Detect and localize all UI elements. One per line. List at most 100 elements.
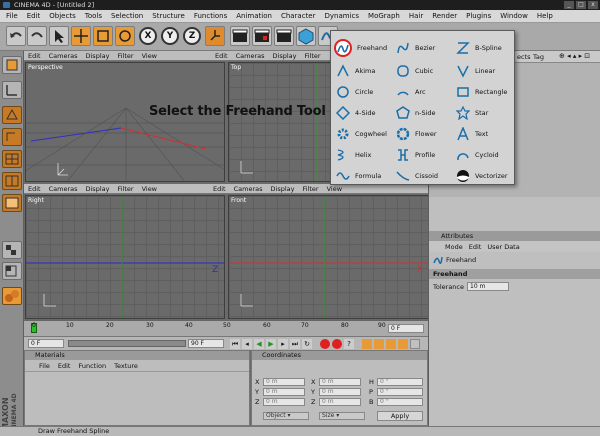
- spline-nside-item[interactable]: n-Side: [395, 104, 436, 122]
- spline-circle-item[interactable]: Circle: [335, 83, 373, 101]
- vp-menu-cameras[interactable]: Cameras: [49, 52, 78, 60]
- coord-py-field[interactable]: 0 m: [263, 388, 305, 396]
- spline-flower-item[interactable]: Flower: [395, 125, 437, 143]
- vp4-menu-view[interactable]: View: [327, 185, 342, 193]
- spline-bspline-item[interactable]: B-Spline: [455, 39, 502, 57]
- coord-h-field[interactable]: 0 °: [377, 378, 423, 386]
- rotation-key-icon[interactable]: [386, 339, 396, 349]
- objects-nav-icons[interactable]: ⊕ ◂ ▴ ▸ ⊡: [559, 52, 590, 60]
- spline-cissoid-item[interactable]: Cissoid: [395, 167, 438, 185]
- preview-range-slider[interactable]: [68, 340, 186, 347]
- perspective-viewport[interactable]: Perspective: [25, 62, 225, 182]
- goto-start-icon[interactable]: ⏮: [230, 339, 240, 349]
- use-object-tool[interactable]: [2, 81, 22, 99]
- minimize-button[interactable]: _: [564, 1, 574, 9]
- vp4-menu-display[interactable]: Display: [271, 185, 295, 193]
- coord-size-dropdown[interactable]: Size ▾: [319, 412, 365, 420]
- edges-mode-tool[interactable]: [2, 172, 22, 190]
- render-settings-button[interactable]: [274, 26, 294, 46]
- menu-mograph[interactable]: MoGraph: [368, 12, 400, 20]
- vp3-menu-edit[interactable]: Edit: [28, 185, 41, 193]
- spline-linear-item[interactable]: Linear: [455, 62, 495, 80]
- objects-menu-fragment[interactable]: ects: [517, 53, 531, 61]
- close-button[interactable]: x: [588, 1, 598, 9]
- vp2-menu-cameras[interactable]: Cameras: [236, 52, 265, 60]
- right-viewport[interactable]: Z Right: [25, 195, 225, 319]
- axis-y-toggle[interactable]: Y: [161, 27, 179, 45]
- menu-dynamics[interactable]: Dynamics: [325, 12, 360, 20]
- vp4-menu-filter[interactable]: Filter: [302, 185, 318, 193]
- next-key-icon[interactable]: ▸: [278, 339, 288, 349]
- vp3-menu-cameras[interactable]: Cameras: [49, 185, 78, 193]
- spline-text-item[interactable]: Text: [455, 125, 488, 143]
- coord-pz-field[interactable]: 0 m: [263, 398, 305, 406]
- spline-helix-item[interactable]: Helix: [335, 146, 371, 164]
- menu-animation[interactable]: Animation: [236, 12, 272, 20]
- play-reverse-icon[interactable]: ◀: [254, 339, 264, 349]
- points-mode-tool[interactable]: [2, 150, 22, 168]
- undo-button[interactable]: [6, 26, 26, 46]
- axis-x-toggle[interactable]: X: [139, 27, 157, 45]
- spline-cubic-item[interactable]: Cubic: [395, 62, 433, 80]
- live-selection-button[interactable]: [49, 26, 69, 46]
- maximize-button[interactable]: □: [576, 1, 586, 9]
- vp3-menu-display[interactable]: Display: [86, 185, 110, 193]
- materials-menu-edit[interactable]: Edit: [58, 362, 71, 370]
- menu-selection[interactable]: Selection: [111, 12, 143, 20]
- menu-character[interactable]: Character: [281, 12, 316, 20]
- spline-bezier-item[interactable]: Bezier: [395, 39, 435, 57]
- move-tool-button[interactable]: [71, 26, 91, 46]
- menu-structure[interactable]: Structure: [152, 12, 185, 20]
- coord-sz-field[interactable]: 0 m: [319, 398, 361, 406]
- vp-menu-view[interactable]: View: [142, 52, 157, 60]
- cube-object-button[interactable]: [296, 26, 316, 46]
- texture-axis-tool[interactable]: [2, 128, 22, 146]
- end-frame-field[interactable]: 90 F: [188, 339, 224, 348]
- spline-rectangle-item[interactable]: Rectangle: [455, 83, 507, 101]
- coordinate-system-button[interactable]: [205, 26, 225, 46]
- loop-icon[interactable]: ↻: [302, 339, 312, 349]
- snap-tool[interactable]: [2, 241, 22, 259]
- attr-tab-edit[interactable]: Edit: [469, 243, 482, 251]
- autokey-icon[interactable]: [332, 339, 342, 349]
- vp4-menu-edit[interactable]: Edit: [213, 185, 226, 193]
- coord-sx-field[interactable]: 0 m: [319, 378, 361, 386]
- workplane-tool[interactable]: [2, 262, 22, 280]
- vp-menu-filter[interactable]: Filter: [117, 52, 133, 60]
- menu-hair[interactable]: Hair: [409, 12, 423, 20]
- sculpt-tool[interactable]: [2, 287, 22, 305]
- rotate-tool-button[interactable]: [115, 26, 135, 46]
- coord-p-field[interactable]: 0 °: [377, 388, 423, 396]
- coord-sy-field[interactable]: 0 m: [319, 388, 361, 396]
- vp-menu-display[interactable]: Display: [86, 52, 110, 60]
- scale-key-icon[interactable]: [374, 339, 384, 349]
- render-view-button[interactable]: [230, 26, 250, 46]
- vp4-menu-cameras[interactable]: Cameras: [234, 185, 263, 193]
- coord-px-field[interactable]: 0 m: [263, 378, 305, 386]
- materials-menu-file[interactable]: File: [39, 362, 50, 370]
- spline-freehand-item[interactable]: Freehand: [334, 39, 387, 57]
- vp2-menu-filter[interactable]: Filter: [304, 52, 320, 60]
- coord-mode-dropdown[interactable]: Object ▾: [263, 412, 309, 420]
- use-model-tool[interactable]: [2, 56, 22, 74]
- prev-key-icon[interactable]: ◂: [242, 339, 252, 349]
- timeline-ruler[interactable]: 0 10 20 30 40 50 60 70 80 90 0 F: [24, 320, 428, 336]
- menu-window[interactable]: Window: [500, 12, 528, 20]
- front-viewport[interactable]: X Front: [228, 195, 430, 319]
- spline-arc-item[interactable]: Arc: [395, 83, 426, 101]
- axis-z-toggle[interactable]: Z: [183, 27, 201, 45]
- current-frame-field[interactable]: 0 F: [388, 324, 424, 333]
- menu-file[interactable]: File: [6, 12, 18, 20]
- objects-tag-menu[interactable]: Tag: [533, 53, 544, 61]
- goto-end-icon[interactable]: ⏭: [290, 339, 300, 349]
- menu-objects[interactable]: Objects: [49, 12, 75, 20]
- start-frame-field[interactable]: 0 F: [28, 339, 64, 348]
- menu-render[interactable]: Render: [432, 12, 457, 20]
- materials-menu-texture[interactable]: Texture: [114, 362, 138, 370]
- spline-4side-item[interactable]: 4-Side: [335, 104, 376, 122]
- attr-tab-mode[interactable]: Mode: [445, 243, 463, 251]
- tolerance-field[interactable]: 10 m: [467, 282, 509, 291]
- pla-key-icon[interactable]: [410, 339, 420, 349]
- vp-menu-edit[interactable]: Edit: [28, 52, 41, 60]
- spline-vectorizer-item[interactable]: Vectorizer: [455, 167, 508, 185]
